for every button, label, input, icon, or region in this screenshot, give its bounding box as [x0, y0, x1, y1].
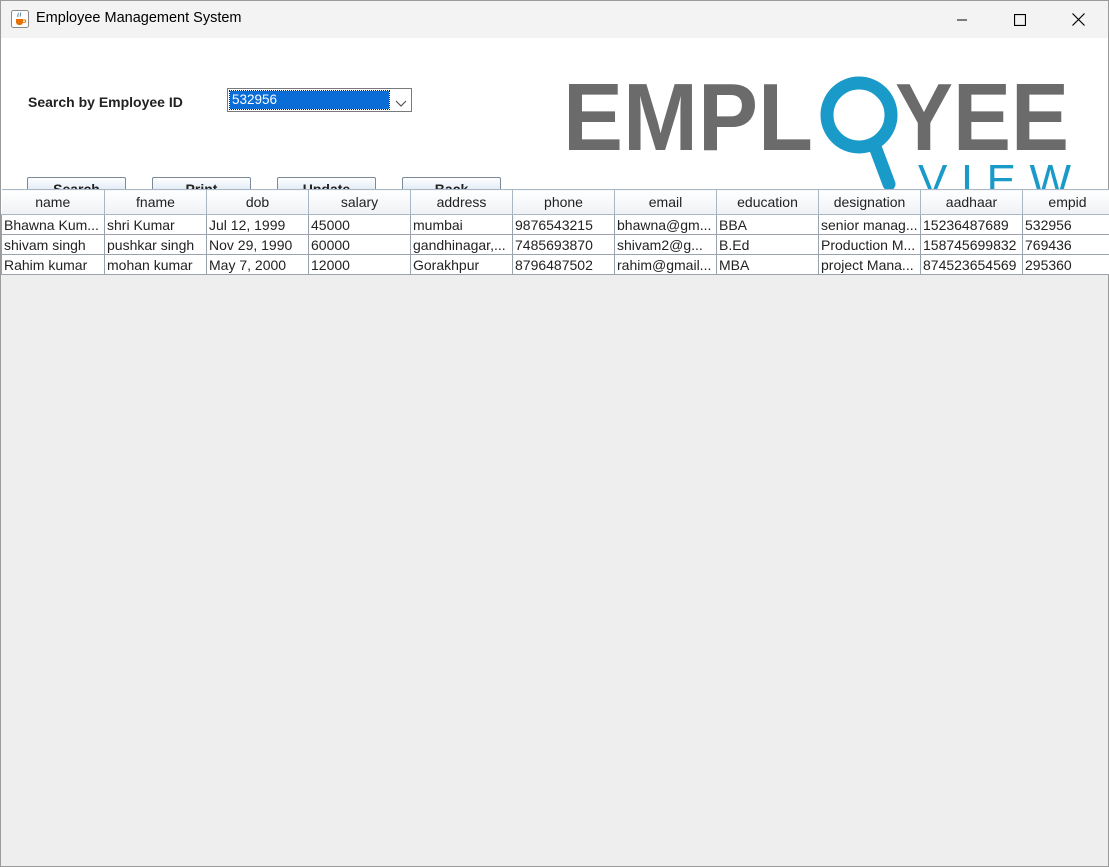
- app-window: Employee Management System Search by Emp…: [0, 0, 1109, 867]
- table-cell[interactable]: B.Ed: [716, 234, 819, 255]
- svg-text:EMPL: EMPL: [563, 68, 813, 171]
- table-cell[interactable]: shivam singh: [1, 234, 105, 255]
- search-label: Search by Employee ID: [28, 94, 183, 110]
- employee-table[interactable]: name fname dob salary address phone emai…: [1, 189, 1109, 275]
- column-header-aadhaar[interactable]: aadhaar: [920, 189, 1023, 215]
- column-header-phone[interactable]: phone: [512, 189, 615, 215]
- table-cell[interactable]: 45000: [308, 214, 411, 235]
- table-cell[interactable]: 8796487502: [512, 254, 615, 275]
- table-cell[interactable]: pushkar singh: [104, 234, 207, 255]
- column-header-fname[interactable]: fname: [104, 189, 207, 215]
- employee-id-dropdown[interactable]: 532956: [227, 88, 412, 112]
- table-cell[interactable]: bhawna@gm...: [614, 214, 717, 235]
- minimize-button[interactable]: [939, 1, 985, 38]
- maximize-icon: [1014, 13, 1026, 26]
- table-cell[interactable]: 295360: [1022, 254, 1109, 275]
- column-header-email[interactable]: email: [614, 189, 717, 215]
- column-header-dob[interactable]: dob: [206, 189, 309, 215]
- table-cell[interactable]: mumbai: [410, 214, 513, 235]
- table-cell[interactable]: 9876543215: [512, 214, 615, 235]
- table-cell[interactable]: Jul 12, 1999: [206, 214, 309, 235]
- java-cup-icon: [11, 10, 29, 28]
- table-cell[interactable]: mohan kumar: [104, 254, 207, 275]
- employee-view-logo: EMPL YEE VIEW: [561, 64, 1073, 205]
- minimize-icon: [957, 19, 967, 20]
- table-cell[interactable]: 15236487689: [920, 214, 1023, 235]
- table-header-row: name fname dob salary address phone emai…: [1, 189, 1109, 215]
- table-cell[interactable]: gandhinagar,...: [410, 234, 513, 255]
- column-header-address[interactable]: address: [410, 189, 513, 215]
- table-row[interactable]: Rahim kumar mohan kumar May 7, 2000 1200…: [1, 254, 1109, 275]
- table-cell[interactable]: MBA: [716, 254, 819, 275]
- table-cell[interactable]: Production M...: [818, 234, 921, 255]
- table-cell[interactable]: rahim@gmail...: [614, 254, 717, 275]
- column-header-name[interactable]: name: [1, 189, 105, 215]
- maximize-button[interactable]: [997, 1, 1043, 38]
- title-bar: Employee Management System: [1, 1, 1108, 38]
- table-cell[interactable]: 769436: [1022, 234, 1109, 255]
- table-cell[interactable]: 874523654569: [920, 254, 1023, 275]
- table-cell[interactable]: shri Kumar: [104, 214, 207, 235]
- table-cell[interactable]: shivam2@g...: [614, 234, 717, 255]
- employee-id-selected-value: 532956: [229, 90, 390, 110]
- table-cell[interactable]: 12000: [308, 254, 411, 275]
- table-cell[interactable]: May 7, 2000: [206, 254, 309, 275]
- table-cell[interactable]: BBA: [716, 214, 819, 235]
- column-header-education[interactable]: education: [716, 189, 819, 215]
- table-cell[interactable]: 158745699832: [920, 234, 1023, 255]
- table-cell[interactable]: Gorakhpur: [410, 254, 513, 275]
- table-cell[interactable]: Bhawna Kum...: [1, 214, 105, 235]
- table-cell[interactable]: Nov 29, 1990: [206, 234, 309, 255]
- column-header-salary[interactable]: salary: [308, 189, 411, 215]
- close-icon: [1071, 13, 1085, 26]
- close-button[interactable]: [1055, 1, 1101, 38]
- table-cell[interactable]: 7485693870: [512, 234, 615, 255]
- chevron-down-icon: [395, 94, 407, 107]
- table-cell[interactable]: senior manag...: [818, 214, 921, 235]
- table-row[interactable]: shivam singh pushkar singh Nov 29, 1990 …: [1, 234, 1109, 255]
- window-title: Employee Management System: [36, 10, 242, 26]
- table-cell[interactable]: 532956: [1022, 214, 1109, 235]
- column-header-designation[interactable]: designation: [818, 189, 921, 215]
- table-cell[interactable]: project Mana...: [818, 254, 921, 275]
- table-cell[interactable]: 60000: [308, 234, 411, 255]
- column-header-empid[interactable]: empid: [1022, 189, 1109, 215]
- table-row[interactable]: Bhawna Kum... shri Kumar Jul 12, 1999 45…: [1, 214, 1109, 235]
- table-cell[interactable]: Rahim kumar: [1, 254, 105, 275]
